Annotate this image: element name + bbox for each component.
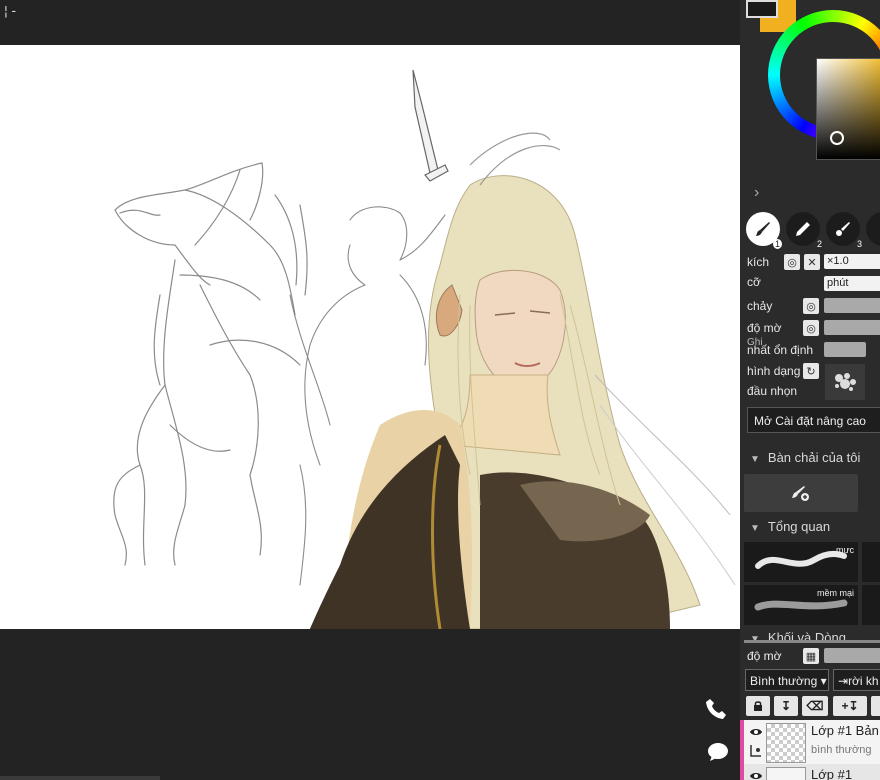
tip-shape-label: hình dạng	[747, 364, 801, 378]
brush-preset-soft[interactable]: mềm mại	[744, 585, 858, 625]
layer-thumbnail	[766, 723, 806, 763]
brush-tool-2[interactable]: 2	[786, 212, 822, 249]
clip-icon: ⇥	[838, 674, 849, 688]
size-label: kích	[747, 255, 770, 269]
opacity-slider[interactable]	[824, 320, 880, 335]
blend-mode-value: Bình thường	[750, 674, 818, 688]
artwork	[113, 69, 736, 629]
brush-preset-next-2[interactable]	[862, 585, 880, 625]
brush-tool-number: 3	[856, 239, 862, 249]
move-down-button[interactable]: ↧	[774, 696, 798, 716]
tip-shape-preview[interactable]	[825, 364, 865, 400]
blend-mode-select[interactable]: Bình thường ▾	[745, 669, 829, 691]
eye-icon[interactable]	[749, 724, 763, 742]
workspace-bottom	[0, 629, 740, 780]
flow-label: chảy	[747, 299, 773, 313]
clipping-button[interactable]: ⇥rời kh	[833, 669, 880, 691]
saturation-value-picker[interactable]	[816, 58, 880, 160]
brush-preset-label: mực	[835, 545, 854, 555]
size-multiplier-field[interactable]: ×1.0	[824, 254, 880, 269]
brush-preset-label: mềm mại	[816, 588, 854, 598]
close-size-button[interactable]: ✕	[804, 254, 820, 270]
clipping-label: rời kh	[848, 674, 879, 688]
add-brush-icon	[792, 486, 809, 501]
blocks-header[interactable]: ▼ Khối và Dòng	[750, 630, 846, 640]
layer-thumbnail	[766, 767, 806, 780]
chat-icon[interactable]	[706, 740, 734, 768]
phone-icon[interactable]	[704, 697, 732, 725]
primary-color-swatch[interactable]	[746, 0, 778, 18]
my-brushes-title: Bàn chải của tôi	[767, 450, 861, 465]
airbrush-icon	[836, 222, 850, 236]
panel-splitter[interactable]	[744, 640, 880, 643]
stabilizer-slider[interactable]	[824, 342, 866, 357]
pressure-icon: ◎	[806, 322, 816, 335]
alpha-lock-icon[interactable]: ▦	[803, 648, 819, 664]
color-picker-cursor[interactable]	[830, 131, 844, 145]
chevron-down-icon: ▼	[750, 454, 760, 465]
layer-opacity-slider[interactable]	[824, 648, 880, 663]
brush-preset-ink[interactable]: mực	[744, 542, 858, 582]
merge-icon: +↧	[841, 699, 859, 713]
pressure-icon: ◎	[787, 256, 797, 269]
pressure-flow-toggle[interactable]: ◎	[803, 298, 819, 314]
pressure-opacity-toggle[interactable]: ◎	[803, 320, 819, 336]
clear-layer-button[interactable]: ⌫	[802, 696, 828, 716]
brush-tip-texture	[835, 373, 856, 391]
toolbar-glyph: ¦-	[2, 4, 18, 19]
reset-tip-button[interactable]: ↻	[803, 363, 819, 379]
size-label-2: cỡ	[747, 275, 761, 289]
pencil-icon	[796, 222, 810, 236]
pressure-size-toggle[interactable]: ◎	[784, 254, 800, 270]
brush-icon	[756, 222, 770, 236]
blocks-title: Khối và Dòng	[767, 630, 846, 640]
drawing-canvas[interactable]	[0, 45, 740, 629]
more-layer-button[interactable]	[871, 696, 880, 716]
lock-layer-button[interactable]	[746, 696, 770, 716]
brush-preset-next[interactable]	[862, 542, 880, 582]
chevron-down-icon: ▼	[750, 523, 760, 534]
size-unit-select[interactable]: phút	[824, 276, 880, 291]
layer-name: Lớp #1	[811, 767, 853, 780]
tip-shape-label-2: đầu nhọn	[747, 384, 798, 398]
refresh-icon: ↻	[806, 365, 816, 378]
layer-item[interactable]: Lớp #1	[740, 764, 880, 780]
flow-slider[interactable]	[824, 298, 880, 313]
brush-tool-4[interactable]	[866, 212, 880, 246]
layer-item[interactable]: Lớp #1 Bản bình thường	[740, 720, 880, 764]
advanced-settings-button[interactable]: Mở Cài đặt nâng cao	[747, 407, 880, 433]
arrow-down-icon: ↧	[780, 699, 792, 713]
overview-header[interactable]: ▼ Tổng quan	[750, 519, 830, 534]
my-brushes-header[interactable]: ▼ Bàn chải của tôi	[750, 450, 860, 465]
eraser-icon: ⌫	[806, 699, 824, 713]
layer-opacity-label: độ mờ	[747, 649, 782, 663]
add-brush-button[interactable]	[744, 474, 858, 512]
brush-tool-1[interactable]: 1	[746, 212, 782, 249]
brush-tool-3[interactable]: 3	[826, 212, 862, 249]
close-icon: ✕	[807, 256, 817, 269]
pressure-icon: ◎	[806, 300, 816, 313]
opacity-label: độ mờ	[747, 321, 782, 335]
merge-down-button[interactable]: +↧	[833, 696, 867, 716]
layer-name: Lớp #1 Bản	[811, 723, 879, 738]
layer-settings-icon[interactable]	[749, 744, 763, 763]
brush-tool-number: 1	[772, 239, 782, 249]
chevron-right-icon[interactable]: ›	[754, 184, 759, 202]
overview-title: Tổng quan	[767, 519, 831, 534]
lock-icon	[754, 701, 762, 711]
stabilizer-label: nhất ổn định	[747, 343, 814, 357]
layer-blend-mode: bình thường	[811, 744, 872, 756]
eye-icon[interactable]	[749, 768, 763, 780]
top-toolbar: ¦-	[0, 0, 740, 45]
tool-panel: › 1 2 3 kích cỡ ◎ ✕ ×1.0 phút chảy ◎ độ …	[740, 0, 880, 780]
brush-tool-number: 2	[816, 239, 822, 249]
horizontal-scrollbar[interactable]	[0, 776, 160, 780]
